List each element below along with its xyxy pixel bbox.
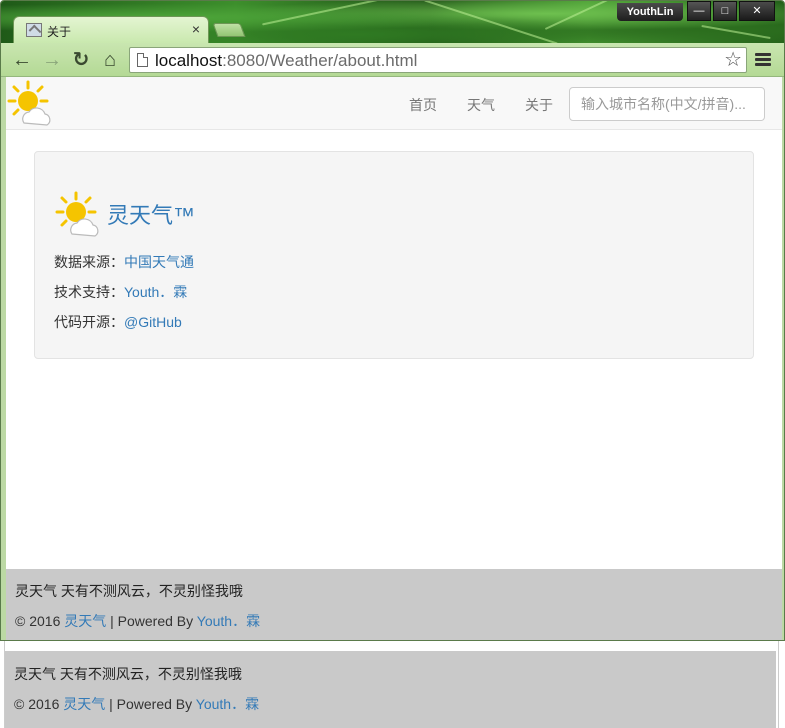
data-source-row: 数据来源：中国天气通 bbox=[54, 252, 194, 272]
maximize-button[interactable]: □ bbox=[713, 1, 737, 21]
footer-tagline: 灵天气 天有不测风云，不灵别怪我哦 bbox=[14, 666, 242, 682]
menu-icon[interactable] bbox=[755, 53, 771, 67]
page-icon bbox=[137, 53, 148, 67]
page-footer: 灵天气 天有不测风云，不灵别怪我哦 © 2016 灵天气 | Powered B… bbox=[6, 569, 782, 640]
city-search-input[interactable] bbox=[569, 87, 765, 121]
tech-support-link[interactable]: Youth．霖 bbox=[124, 284, 187, 300]
browser-tab[interactable]: 关于 × bbox=[13, 16, 209, 44]
open-source-label: 代码开源： bbox=[54, 314, 124, 330]
bookmark-star-icon[interactable]: ☆ bbox=[724, 48, 742, 72]
image-file-icon bbox=[26, 23, 42, 37]
navbar: 首页 天气 关于 bbox=[6, 77, 782, 130]
address-bar[interactable]: localhost:8080/Weather/about.html ☆ bbox=[129, 47, 747, 73]
footer-author-link[interactable]: Youth．霖 bbox=[197, 613, 260, 629]
open-source-row: 代码开源：@GitHub bbox=[54, 312, 182, 332]
footer-brand-link[interactable]: 灵天气 bbox=[63, 696, 105, 712]
minimize-button[interactable]: — bbox=[687, 1, 711, 21]
footer-brand-link[interactable]: 灵天气 bbox=[64, 613, 106, 629]
home-button[interactable]: ⌂ bbox=[99, 49, 121, 71]
new-tab-button[interactable] bbox=[212, 23, 246, 37]
weather-logo-icon[interactable] bbox=[6, 79, 56, 129]
nav-about[interactable]: 关于 bbox=[525, 95, 553, 115]
page-footer-duplicate: 灵天气 天有不测风云，不灵别怪我哦 © 2016 灵天气 | Powered B… bbox=[5, 651, 776, 728]
page-viewport: 首页 天气 关于 灵天气™ 数据来源：中国天气通 bbox=[6, 77, 782, 640]
back-button[interactable]: ← bbox=[11, 49, 33, 71]
data-source-label: 数据来源： bbox=[54, 254, 124, 270]
footer-copyright: © 2016 灵天气 | Powered By Youth．霖 bbox=[15, 613, 261, 629]
profile-name[interactable]: YouthLin bbox=[617, 3, 683, 21]
tech-support-row: 技术支持：Youth．霖 bbox=[54, 282, 187, 302]
browser-window: 关于 × YouthLin — □ ✕ ← → ↻ ⌂ localhost:80… bbox=[0, 0, 785, 641]
close-window-button[interactable]: ✕ bbox=[739, 1, 775, 21]
about-panel: 灵天气™ 数据来源：中国天气通 技术支持：Youth．霖 代码开源：@GitHu… bbox=[34, 151, 754, 359]
footer-author-link[interactable]: Youth．霖 bbox=[196, 696, 259, 712]
nav-home[interactable]: 首页 bbox=[409, 95, 437, 115]
tech-support-label: 技术支持： bbox=[54, 284, 124, 300]
data-source-link[interactable]: 中国天气通 bbox=[124, 254, 194, 270]
background-page: 灵天气 天有不测风云，不灵别怪我哦 © 2016 灵天气 | Powered B… bbox=[0, 641, 785, 728]
tab-close-button[interactable]: × bbox=[192, 21, 200, 37]
url-text[interactable]: localhost:8080/Weather/about.html bbox=[155, 51, 417, 71]
github-link[interactable]: @GitHub bbox=[124, 314, 182, 330]
tab-title: 关于 bbox=[47, 25, 72, 39]
footer-copyright: © 2016 灵天气 | Powered By Youth．霖 bbox=[14, 696, 260, 712]
nav-weather[interactable]: 天气 bbox=[467, 95, 495, 115]
footer-tagline: 灵天气 天有不测风云，不灵别怪我哦 bbox=[15, 583, 243, 599]
app-title: 灵天气™ bbox=[107, 203, 196, 228]
browser-titlebar: 关于 × YouthLin — □ ✕ bbox=[1, 1, 784, 45]
browser-toolbar: ← → ↻ ⌂ localhost:8080/Weather/about.htm… bbox=[1, 43, 784, 77]
reload-button[interactable]: ↻ bbox=[70, 49, 92, 71]
weather-logo-icon bbox=[55, 191, 99, 237]
forward-button[interactable]: → bbox=[41, 49, 63, 71]
